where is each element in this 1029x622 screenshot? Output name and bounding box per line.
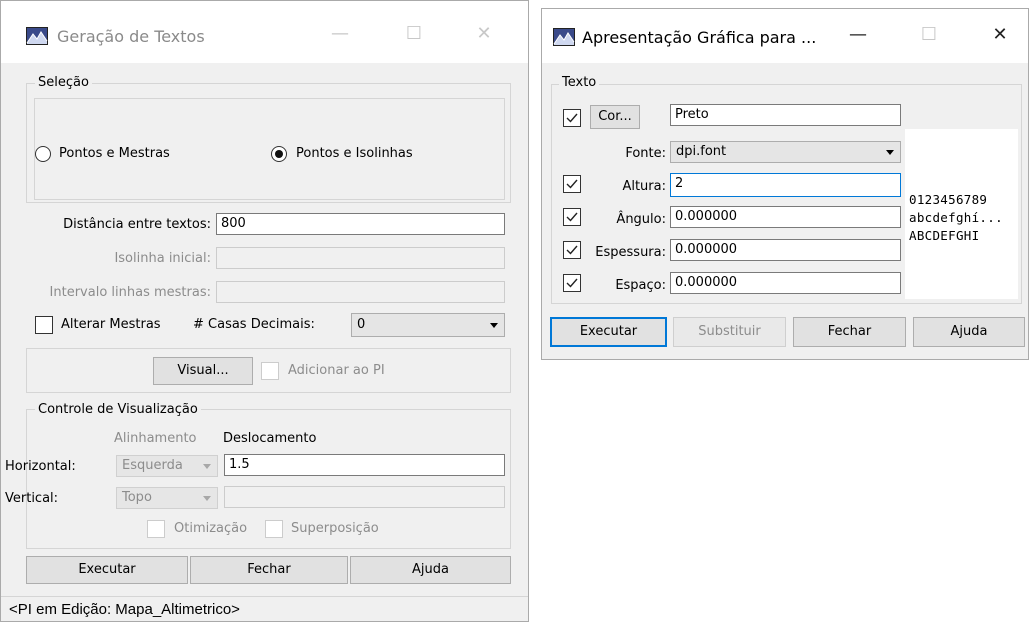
chevron-down-icon: [886, 150, 894, 155]
chevron-down-icon: [203, 464, 211, 469]
texto-title: Texto: [559, 75, 600, 90]
ajuda-button[interactable]: Ajuda: [913, 317, 1025, 347]
casas-decimais-value: 0: [357, 317, 366, 332]
altura-label: Altura:: [622, 179, 666, 194]
font-preview: 0123456789 abcdefghí... ABCDEFGHI: [905, 129, 1018, 299]
selecao-title: Seleção: [35, 75, 92, 90]
titlebar[interactable]: Geração de Textos — ☐ ✕: [1, 1, 528, 63]
preview-uppercase: ABCDEFGHI: [909, 228, 980, 243]
ajuda-button[interactable]: Ajuda: [350, 556, 511, 584]
angulo-input[interactable]: 0.000000: [670, 206, 901, 228]
titlebar[interactable]: Apresentação Gráfica para ... — ☐ ✕: [542, 9, 1028, 63]
horizontal-label: Horizontal:: [5, 459, 76, 474]
maximize-button[interactable]: ☐: [391, 23, 437, 44]
alinhamento-header: Alinhamento: [114, 431, 197, 446]
alterar-mestras-checkbox[interactable]: [35, 316, 53, 334]
close-button[interactable]: ✕: [461, 23, 507, 44]
maximize-button[interactable]: ☐: [906, 24, 952, 45]
alterar-mestras-label[interactable]: Alterar Mestras: [61, 317, 161, 332]
fonte-select[interactable]: dpi.font: [670, 141, 901, 163]
vertical-align-select[interactable]: Topo: [116, 487, 218, 509]
altura-checkbox[interactable]: [563, 175, 581, 193]
espaco-label: Espaço:: [615, 278, 666, 293]
window-title: Geração de Textos: [57, 27, 205, 46]
espessura-label: Espessura:: [595, 245, 666, 260]
adicionar-pi-checkbox[interactable]: [261, 362, 279, 380]
window-geracao-textos: Geração de Textos — ☐ ✕ Seleção Pontos e…: [0, 0, 529, 622]
radio-pontos-mestras-label[interactable]: Pontos e Mestras: [59, 146, 170, 161]
status-bar: <PI em Edição: Mapa_Altimetrico>: [9, 601, 240, 618]
executar-button[interactable]: Executar: [550, 317, 667, 347]
window-title: Apresentação Gráfica para ...: [582, 28, 817, 47]
controle-title: Controle de Visualização: [35, 402, 201, 417]
espessura-checkbox[interactable]: [563, 241, 581, 259]
app-icon: [26, 27, 48, 45]
radio-pontos-mestras[interactable]: [35, 146, 51, 162]
window-apresentacao-grafica: Apresentação Gráfica para ... — ☐ ✕ Text…: [541, 8, 1029, 360]
status-separator: [1, 596, 528, 597]
superposicao-checkbox[interactable]: [265, 520, 283, 538]
espessura-input[interactable]: 0.000000: [670, 239, 901, 261]
distancia-label: Distância entre textos:: [63, 217, 211, 232]
isolinha-inicial-label: Isolinha inicial:: [114, 251, 211, 266]
intervalo-input[interactable]: [216, 281, 505, 303]
angulo-label: Ângulo:: [616, 212, 666, 227]
casas-decimais-label: # Casas Decimais:: [193, 317, 315, 332]
cor-checkbox[interactable]: [563, 109, 581, 127]
fechar-button[interactable]: Fechar: [190, 556, 348, 584]
vertical-align-value: Topo: [122, 490, 152, 505]
fechar-button[interactable]: Fechar: [793, 317, 906, 347]
app-icon: [553, 28, 575, 46]
radio-pontos-isolinhas-label[interactable]: Pontos e Isolinhas: [296, 146, 413, 161]
horizontal-align-value: Esquerda: [122, 458, 183, 473]
espaco-input[interactable]: 0.000000: [670, 272, 901, 294]
angulo-checkbox[interactable]: [563, 208, 581, 226]
cor-value: Preto: [670, 104, 901, 126]
otimizacao-checkbox[interactable]: [147, 520, 165, 538]
superposicao-label[interactable]: Superposição: [291, 521, 379, 536]
horizontal-align-select[interactable]: Esquerda: [116, 455, 218, 477]
vertical-label: Vertical:: [5, 491, 59, 506]
preview-digits: 0123456789: [909, 192, 988, 207]
vertical-offset-input[interactable]: [224, 486, 505, 508]
fonte-label: Fonte:: [625, 146, 666, 161]
visual-button[interactable]: Visual...: [153, 357, 253, 385]
minimize-button[interactable]: —: [835, 24, 881, 45]
espaco-checkbox[interactable]: [563, 274, 581, 292]
cor-button[interactable]: Cor...: [590, 105, 640, 129]
distancia-input[interactable]: 800: [216, 213, 505, 235]
substituir-button[interactable]: Substituir: [673, 317, 786, 347]
horizontal-offset-input[interactable]: 1.5: [224, 454, 505, 476]
chevron-down-icon: [490, 323, 498, 328]
casas-decimais-select[interactable]: 0: [351, 313, 505, 337]
executar-button[interactable]: Executar: [26, 556, 188, 584]
minimize-button[interactable]: —: [317, 23, 363, 44]
fonte-value: dpi.font: [676, 144, 727, 159]
deslocamento-header: Deslocamento: [223, 431, 317, 446]
intervalo-label: Intervalo linhas mestras:: [49, 285, 211, 300]
preview-lowercase: abcdefghí...: [909, 210, 1003, 225]
close-button[interactable]: ✕: [977, 24, 1023, 45]
otimizacao-label[interactable]: Otimização: [174, 521, 247, 536]
altura-input[interactable]: 2: [670, 173, 901, 197]
adicionar-pi-label[interactable]: Adicionar ao PI: [288, 363, 385, 378]
chevron-down-icon: [203, 496, 211, 501]
isolinha-inicial-input[interactable]: [216, 247, 505, 269]
radio-pontos-isolinhas[interactable]: [271, 146, 287, 162]
